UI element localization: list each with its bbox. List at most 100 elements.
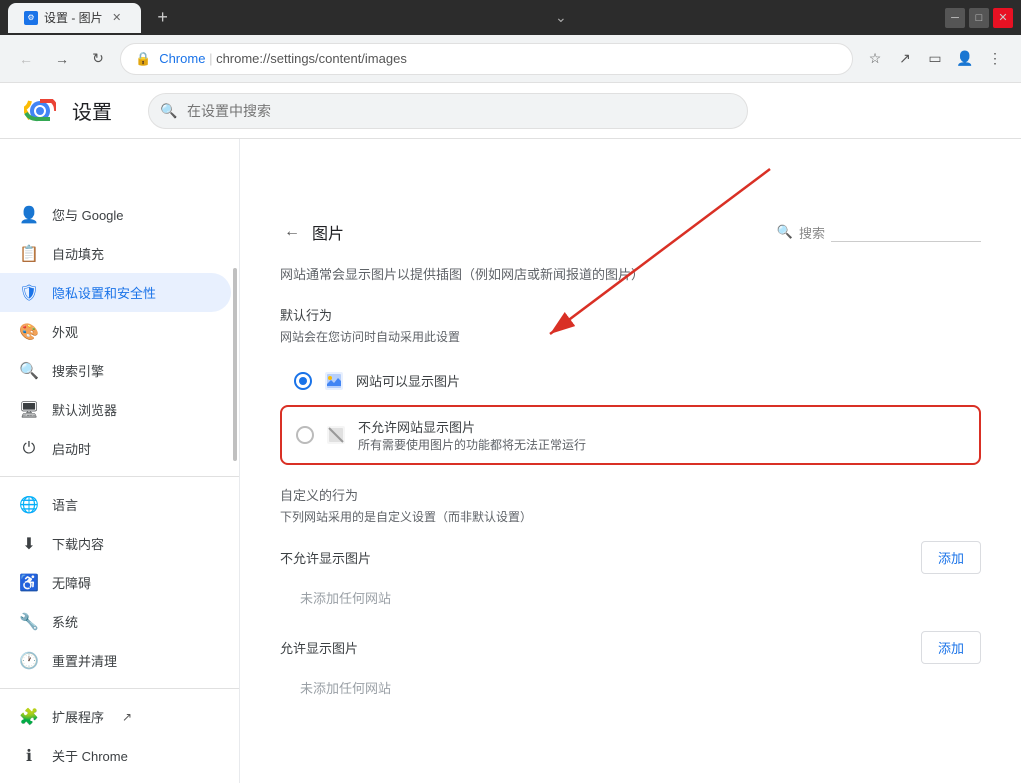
url-text: Chrome | chrome://settings/content/image…: [159, 51, 838, 66]
chrome-logo-icon: [24, 95, 56, 127]
power-icon: ⏻: [20, 440, 38, 458]
custom-behavior-sub: 下列网站采用的是自定义设置（而非默认设置）: [280, 508, 981, 525]
page-back-button[interactable]: ←: [280, 219, 304, 245]
block-images-label: 不允许网站显示图片: [358, 417, 586, 436]
block-radio-circle[interactable]: [296, 426, 314, 444]
block-images-header: 不允许显示图片 添加: [280, 541, 981, 574]
block-images-add-button[interactable]: 添加: [921, 541, 981, 574]
chrome-menu-button[interactable]: ⌄: [547, 4, 575, 32]
autofill-icon: 📋: [20, 245, 38, 263]
reset-icon: 🕐: [20, 652, 38, 670]
page-header: ← 图片 🔍 搜索: [280, 219, 981, 245]
page-search-icon: 🔍: [777, 224, 793, 240]
new-tab-button[interactable]: +: [149, 4, 177, 32]
sidebar-item-accessibility[interactable]: ♿ 无障碍: [0, 563, 231, 602]
close-button[interactable]: ✕: [993, 8, 1013, 28]
addressbar: ← → ↻ 🔒 Chrome | chrome://settings/conte…: [0, 35, 1021, 83]
tab-favicon: ⚙: [24, 11, 38, 25]
url-bar[interactable]: 🔒 Chrome | chrome://settings/content/ima…: [120, 43, 853, 75]
minimize-button[interactable]: ─: [945, 8, 965, 28]
sidebar-item-privacy[interactable]: 🛡 隐私设置和安全性: [0, 273, 231, 312]
sidebar-item-startup[interactable]: ⏻ 启动时: [0, 429, 231, 468]
custom-behavior-section: 自定义的行为 下列网站采用的是自定义设置（而非默认设置）: [280, 485, 981, 525]
sidebar-item-search[interactable]: 🔍 搜索引擎: [0, 351, 231, 390]
settings-search-input[interactable]: [148, 93, 748, 129]
back-button[interactable]: ←: [12, 45, 40, 73]
search-icon: 🔍: [160, 102, 177, 119]
system-icon: 🔧: [20, 613, 38, 631]
sidebar-label-accessibility: 无障碍: [52, 573, 91, 592]
sidebar: 👤 您与 Google 📋 自动填充 🛡 隐私设置和安全性 🎨 外观 🔍 搜索引…: [0, 139, 240, 783]
maximize-button[interactable]: □: [969, 8, 989, 28]
sidebar-item-about[interactable]: ℹ 关于 Chrome: [0, 736, 231, 775]
sidebar-item-language[interactable]: 🌐 语言: [0, 485, 231, 524]
titlebar-left: ⚙ 设置 - 图片 ✕ +: [8, 3, 177, 33]
sidebar-item-download[interactable]: ⬇ 下载内容: [0, 524, 231, 563]
secure-icon: 🔒: [135, 51, 151, 67]
sidebar-item-google[interactable]: 👤 您与 Google: [0, 195, 231, 234]
allow-image-icon: [324, 371, 344, 391]
sidebar-label-startup: 启动时: [52, 439, 91, 458]
content-inner: ← 图片 🔍 搜索 网站通常会显示图片以提供插图（例如网店或新闻报道的图片） 默…: [240, 195, 1021, 745]
default-behavior-label: 默认行为: [280, 305, 981, 324]
default-behavior-sub: 网站会在您访问时自动采用此设置: [280, 328, 981, 345]
sidebar-divider2: [0, 688, 239, 689]
block-images-custom-label: 不允许显示图片: [280, 548, 371, 567]
page-search-line: [831, 222, 981, 242]
url-path: chrome://settings/content/images: [216, 51, 407, 66]
tab-title: 设置 - 图片: [44, 9, 103, 26]
sidebar-item-extensions[interactable]: 🧩 扩展程序 ↗: [0, 697, 231, 736]
about-icon: ℹ: [20, 747, 38, 765]
page-search-label: 搜索: [799, 223, 825, 242]
sidebar-item-system[interactable]: 🔧 系统: [0, 602, 231, 641]
profile-button[interactable]: 👤: [951, 45, 979, 73]
sidebar-label-language: 语言: [52, 495, 78, 514]
sidebar-label-system: 系统: [52, 612, 78, 631]
sidebar-label-about: 关于 Chrome: [52, 746, 128, 765]
accessibility-icon: ♿: [20, 574, 38, 592]
allow-images-empty-msg: 未添加任何网站: [280, 670, 981, 705]
sidebar-item-appearance[interactable]: 🎨 外观: [0, 312, 231, 351]
allow-images-label: 网站可以显示图片: [356, 371, 460, 390]
custom-behavior-title: 自定义的行为: [280, 485, 981, 504]
page-title: 图片: [312, 220, 344, 244]
bookmark-button[interactable]: ☆: [861, 45, 889, 73]
sidebar-divider: [0, 476, 239, 477]
active-tab[interactable]: ⚙ 设置 - 图片 ✕: [8, 3, 141, 33]
main-layout: 👤 您与 Google 📋 自动填充 🛡 隐私设置和安全性 🎨 外观 🔍 搜索引…: [0, 139, 1021, 783]
language-icon: 🌐: [20, 496, 38, 514]
page-search: 🔍 搜索: [777, 222, 981, 242]
allow-images-add-button[interactable]: 添加: [921, 631, 981, 664]
window-controls: ─ □ ✕: [945, 8, 1013, 28]
sidebar-label-browser: 默认浏览器: [52, 400, 117, 419]
refresh-button[interactable]: ↻: [84, 45, 112, 73]
more-button[interactable]: ⋮: [981, 45, 1009, 73]
share-button[interactable]: ↗: [891, 45, 919, 73]
allow-images-custom: 允许显示图片 添加 未添加任何网站: [280, 631, 981, 705]
sidebar-label-search: 搜索引擎: [52, 361, 104, 380]
block-images-option[interactable]: 不允许网站显示图片 所有需要使用图片的功能都将无法正常运行: [280, 405, 981, 465]
block-images-custom: 不允许显示图片 添加 未添加任何网站: [280, 541, 981, 615]
allow-images-option[interactable]: 网站可以显示图片: [280, 361, 981, 401]
sidebar-item-reset[interactable]: 🕐 重置并清理: [0, 641, 231, 680]
default-behavior-section: 默认行为 网站会在您访问时自动采用此设置: [280, 305, 981, 345]
sidebar-item-browser[interactable]: 🖥 默认浏览器: [0, 390, 231, 429]
settings-header: 设置 🔍: [0, 83, 1021, 139]
split-view-button[interactable]: ▭: [921, 45, 949, 73]
tab-close-button[interactable]: ✕: [109, 10, 125, 26]
forward-button[interactable]: →: [48, 45, 76, 73]
sidebar-label-download: 下载内容: [52, 534, 104, 553]
appearance-icon: 🎨: [20, 323, 38, 341]
sidebar-label-extensions: 扩展程序: [52, 707, 104, 726]
allow-images-custom-label: 允许显示图片: [280, 638, 358, 657]
allow-radio-circle[interactable]: [294, 372, 312, 390]
block-images-sublabel: 所有需要使用图片的功能都将无法正常运行: [358, 436, 586, 453]
block-images-empty-msg: 未添加任何网站: [280, 580, 981, 615]
content-area: ← 图片 🔍 搜索 网站通常会显示图片以提供插图（例如网店或新闻报道的图片） 默…: [240, 139, 1021, 783]
sidebar-label-appearance: 外观: [52, 322, 78, 341]
sidebar-item-autofill[interactable]: 📋 自动填充: [0, 234, 231, 273]
browser-icon: 🖥: [20, 401, 38, 419]
sidebar-label-privacy: 隐私设置和安全性: [52, 283, 156, 302]
url-separator: |: [209, 51, 216, 66]
block-image-icon: [326, 425, 346, 445]
